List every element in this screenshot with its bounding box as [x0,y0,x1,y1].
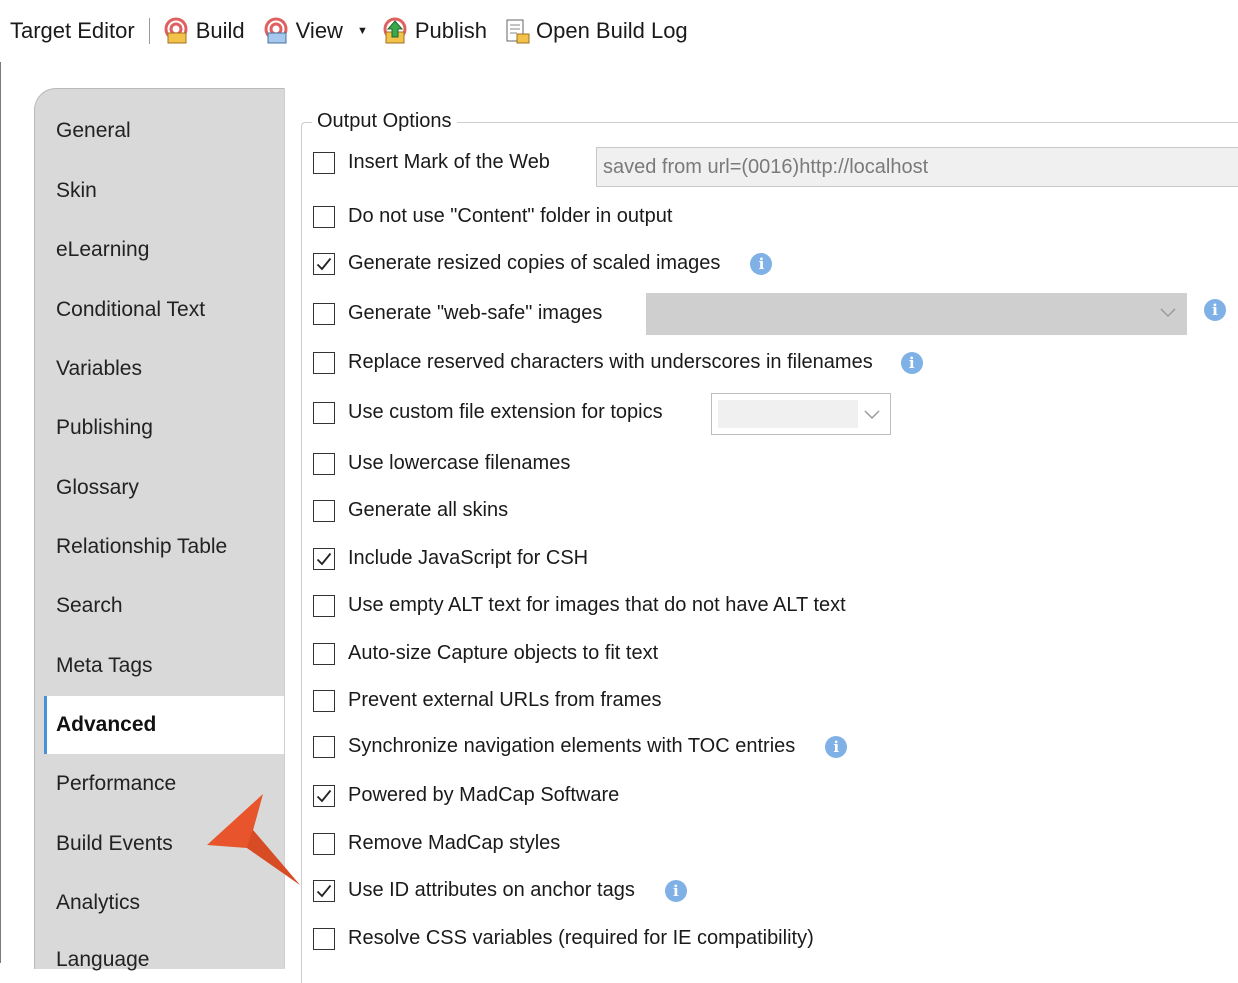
checkbox[interactable] [313,927,335,950]
toolbar: Target Editor Build View ▼ Publish Open … [0,0,1238,62]
option-resolve-css-variables: Resolve CSS variables (required for IE c… [313,927,814,950]
option-label: Use lowercase filenames [348,452,571,474]
tab-skin[interactable]: Skin [56,179,97,203]
view-icon [264,17,288,44]
option-custom-extension: Use custom file extension for topics [313,401,663,424]
option-lowercase-filenames: Use lowercase filenames [313,452,570,475]
info-icon[interactable]: i [750,252,773,275]
tab-glossary[interactable]: Glossary [56,476,139,500]
tab-conditional-text[interactable]: Conditional Text [56,298,205,322]
build-log-icon [506,19,530,44]
option-resized-copies: Generate resized copies of scaled images… [313,252,773,275]
info-icon[interactable]: i [1204,299,1226,321]
option-javascript-csh: Include JavaScript for CSH [313,547,588,570]
option-label: Resolve CSS variables (required for IE c… [348,927,814,949]
checkbox-checked[interactable] [313,879,335,902]
tab-general[interactable]: General [56,119,131,143]
info-icon[interactable]: i [664,879,687,902]
option-label: Powered by MadCap Software [348,784,620,806]
option-label: Use ID attributes on anchor tags [348,879,635,901]
info-icon[interactable]: i [825,735,848,758]
option-synchronize-navigation: Synchronize navigation elements with TOC… [313,735,848,758]
option-replace-reserved: Replace reserved characters with undersc… [313,351,923,374]
checkbox[interactable] [313,151,335,174]
checkmark-icon [316,257,332,270]
option-label: Include JavaScript for CSH [348,547,589,569]
open-build-log-label: Open Build Log [536,18,688,43]
tab-relationship-table[interactable]: Relationship Table [56,535,227,559]
build-button[interactable]: Build [161,17,245,45]
option-label: Auto-size Capture objects to fit text [348,642,659,664]
option-insert-mark-of-web: Insert Mark of the Web [313,151,550,174]
option-content-folder: Do not use "Content" folder in output [313,205,672,228]
option-auto-size-capture: Auto-size Capture objects to fit text [313,642,658,665]
tab-analytics[interactable]: Analytics [56,891,140,915]
option-label: Generate resized copies of scaled images [348,252,721,274]
option-id-attributes: Use ID attributes on anchor tags i [313,879,687,902]
checkbox-checked[interactable] [313,547,335,570]
checkbox-checked[interactable] [313,252,335,275]
checkbox[interactable] [313,205,335,228]
open-build-log-button[interactable]: Open Build Log [503,17,688,45]
file-extension-value [718,400,858,428]
publish-icon [383,17,407,44]
tab-search[interactable]: Search [56,594,123,618]
checkbox[interactable] [313,302,335,325]
checkbox[interactable] [313,832,335,855]
tab-build-events[interactable]: Build Events [56,832,173,856]
option-label: Remove MadCap styles [348,832,561,854]
toolbar-separator [148,18,150,44]
info-icon[interactable]: i [900,351,923,374]
tab-publishing[interactable]: Publishing [56,416,153,440]
tab-variables[interactable]: Variables [56,357,142,381]
option-label: Insert Mark of the Web [348,151,550,173]
checkbox[interactable] [313,401,335,424]
web-safe-format-select[interactable] [646,293,1187,335]
option-label: Synchronize navigation elements with TOC… [348,735,796,757]
publish-button[interactable]: Publish [380,17,487,45]
build-icon [164,17,188,44]
option-label: Prevent external URLs from frames [348,689,662,711]
option-powered-by: Powered by MadCap Software [313,784,619,807]
tab-performance[interactable]: Performance [56,772,176,796]
build-label: Build [195,18,245,43]
option-generate-all-skins: Generate all skins [313,499,508,522]
checkmark-icon [316,789,332,802]
option-label: Use empty ALT text for images that do no… [348,594,846,616]
checkmark-icon [316,884,332,897]
checkbox[interactable] [313,735,335,758]
checkbox[interactable] [313,499,335,522]
view-label: View [295,18,343,43]
view-dropdown-caret-icon[interactable]: ▼ [357,25,368,37]
output-options-legend: Output Options [312,110,457,133]
checkbox-checked[interactable] [313,784,335,807]
view-button[interactable]: View [261,17,343,45]
option-label: Generate "web-safe" images [348,302,603,324]
checkbox[interactable] [313,642,335,665]
callout-arrow-icon [207,794,300,885]
option-label: Use custom file extension for topics [348,401,663,423]
tab-language[interactable]: Language [56,948,149,972]
option-web-safe-images: Generate "web-safe" images [313,302,602,325]
option-empty-alt-text: Use empty ALT text for images that do no… [313,594,846,617]
chevron-down-icon [864,410,880,420]
checkbox[interactable] [313,594,335,617]
tab-elearning[interactable]: eLearning [56,238,149,262]
checkbox[interactable] [313,452,335,475]
option-label: Do not use "Content" folder in output [348,205,673,227]
chevron-down-icon [1160,308,1176,318]
checkbox[interactable] [313,351,335,374]
tab-meta-tags[interactable]: Meta Tags [56,654,153,678]
file-extension-select[interactable] [711,393,891,435]
checkbox[interactable] [313,689,335,712]
mark-of-web-input[interactable]: saved from url=(0016)http://localhost [596,147,1238,187]
option-remove-madcap-styles: Remove MadCap styles [313,832,560,855]
option-label: Replace reserved characters with undersc… [348,351,873,373]
tab-advanced[interactable]: Advanced [44,696,284,754]
publish-label: Publish [414,18,487,43]
option-label: Generate all skins [348,499,509,521]
editor-title: Target Editor [10,18,135,43]
option-prevent-external-urls: Prevent external URLs from frames [313,689,661,712]
checkmark-icon [316,552,332,565]
